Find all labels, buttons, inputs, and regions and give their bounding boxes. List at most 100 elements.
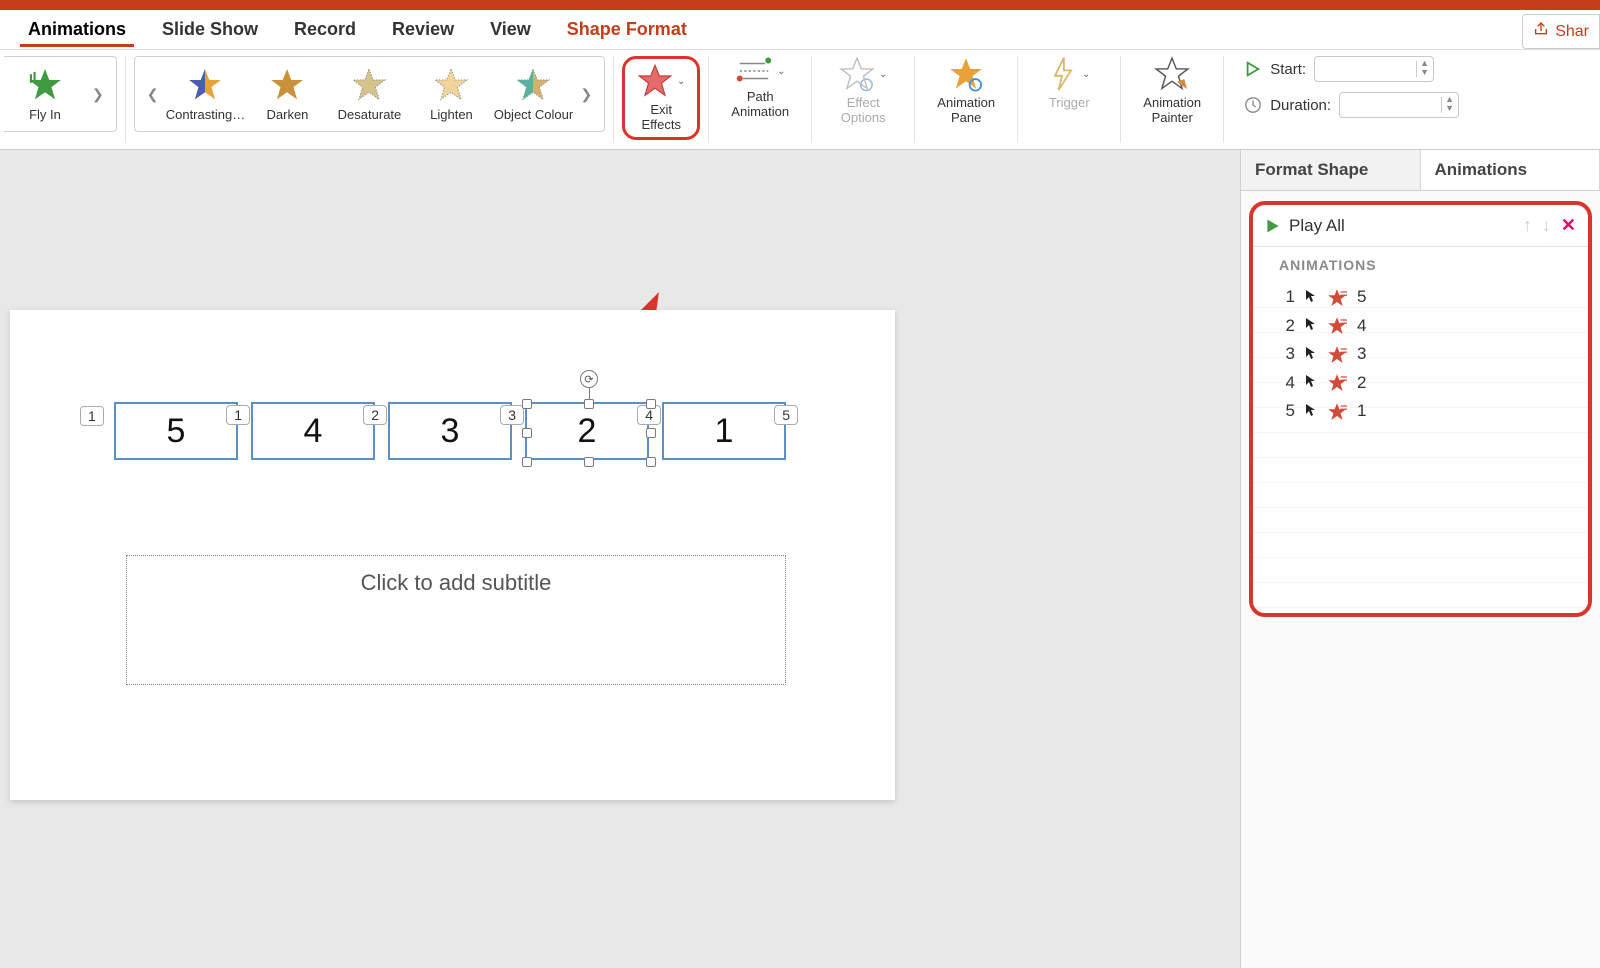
slide-shape-3[interactable]: 3 3 xyxy=(388,402,512,460)
rotate-stem xyxy=(589,388,590,400)
animation-list-header: ANIMATIONS xyxy=(1253,247,1588,283)
rotate-handle[interactable]: ⟳ xyxy=(580,370,598,388)
move-down-icon[interactable]: ↓ xyxy=(1542,215,1551,236)
panel-tab-animations[interactable]: Animations xyxy=(1421,150,1600,190)
animation-order-badge: 5 xyxy=(774,405,798,425)
effect-options-group: ⌄ Effect Options xyxy=(812,56,915,143)
slide-shape-2[interactable]: 2 4⟳ xyxy=(525,402,649,460)
emphasis-gallery: ❮ Contrasting… Darken Desaturate Lighten… xyxy=(134,56,605,132)
tab-shape-format[interactable]: Shape Format xyxy=(549,13,705,46)
title-bar-strip xyxy=(0,0,1600,10)
on-click-cursor-icon xyxy=(1305,289,1317,306)
ribbon: Fly In ❯ ❮ Contrasting… Darken Desaturat… xyxy=(0,50,1600,150)
emphasis-star-icon xyxy=(187,67,223,103)
right-panel: Format Shape Animations Play All ↑ ↓ ✕ A… xyxy=(1240,150,1600,968)
slide-shape-5[interactable]: 5 1 xyxy=(114,402,238,460)
tab-animations[interactable]: Animations xyxy=(10,13,144,46)
selection-handle[interactable] xyxy=(646,399,656,409)
effect-options-label: Effect Options xyxy=(841,96,886,126)
path-icon xyxy=(735,56,773,86)
selection-handle[interactable] xyxy=(522,428,532,438)
clock-icon xyxy=(1244,96,1262,114)
fly-in-star-icon xyxy=(27,67,63,103)
selection-handle[interactable] xyxy=(646,428,656,438)
animation-order-badge: 2 xyxy=(363,405,387,425)
animation-painter-group: Animation Painter xyxy=(1121,56,1224,143)
selection-handle[interactable] xyxy=(584,457,594,467)
on-click-cursor-icon xyxy=(1305,403,1317,420)
share-label: Shar xyxy=(1555,23,1589,41)
tab-review[interactable]: Review xyxy=(374,13,472,46)
move-up-icon[interactable]: ↑ xyxy=(1523,215,1532,236)
exit-star-icon xyxy=(1327,344,1347,365)
remove-animation-icon[interactable]: ✕ xyxy=(1561,215,1576,236)
exit-effects-button[interactable]: ⌄ Exit Effects xyxy=(622,56,700,140)
gallery-prev[interactable]: ❮ xyxy=(141,86,165,103)
share-button[interactable]: Shar xyxy=(1522,14,1600,49)
slide-canvas[interactable]: 1 5 14 23 32 4⟳1 5 Click to add subtitle xyxy=(10,310,895,800)
animation-painter-label: Animation Painter xyxy=(1143,96,1201,126)
effect-options-star-icon xyxy=(839,56,875,92)
ribbon-tabs: Animations Slide Show Record Review View… xyxy=(0,10,1600,50)
panel-tab-format-shape[interactable]: Format Shape xyxy=(1241,150,1421,190)
selection-handle[interactable] xyxy=(646,457,656,467)
start-field[interactable]: ▲▼ xyxy=(1314,56,1434,82)
exit-star-icon xyxy=(1327,287,1347,308)
effect-emphasis-3[interactable]: Lighten xyxy=(410,67,492,122)
animation-target: 1 xyxy=(1357,401,1366,421)
animation-item[interactable]: 4 2 xyxy=(1253,369,1588,398)
selection-handle[interactable] xyxy=(522,399,532,409)
animation-target: 5 xyxy=(1357,287,1366,307)
slide-shape-1[interactable]: 1 5 xyxy=(662,402,786,460)
selection-handle[interactable] xyxy=(522,457,532,467)
animation-target: 2 xyxy=(1357,373,1366,393)
animation-pane-button[interactable]: Animation Pane xyxy=(923,56,1009,126)
shape-text: 4 xyxy=(304,412,323,451)
on-click-cursor-icon xyxy=(1305,374,1317,391)
shape-text: 1 xyxy=(715,412,734,451)
effect-emphasis-1[interactable]: Darken xyxy=(246,67,328,122)
gallery-next[interactable]: ❯ xyxy=(574,86,598,103)
exit-star-icon xyxy=(1327,401,1347,422)
selection-handle[interactable] xyxy=(584,399,594,409)
effect-label: Contrasting… xyxy=(166,107,245,122)
trigger-group: ⌄ Trigger xyxy=(1018,56,1121,143)
effect-options-button: ⌄ Effect Options xyxy=(820,56,906,126)
animation-painter-star-icon xyxy=(1154,56,1190,92)
animation-painter-button[interactable]: Animation Painter xyxy=(1129,56,1215,126)
entrance-gallery: Fly In ❯ xyxy=(4,56,117,132)
effect-label: Object Colour xyxy=(494,107,573,122)
animation-item[interactable]: 5 1 xyxy=(1253,397,1588,426)
trigger-button: ⌄ Trigger xyxy=(1026,56,1112,111)
effect-emphasis-0[interactable]: Contrasting… xyxy=(164,67,246,122)
exit-star-icon xyxy=(637,63,673,99)
start-play-icon xyxy=(1244,60,1262,78)
animation-order-badge: 1 xyxy=(226,405,250,425)
animation-order: 3 xyxy=(1279,344,1295,364)
gallery-next[interactable]: ❯ xyxy=(86,86,110,103)
effect-emphasis-2[interactable]: Desaturate xyxy=(328,67,410,122)
emphasis-gallery-group: ❮ Contrasting… Darken Desaturate Lighten… xyxy=(126,56,614,143)
tab-slide-show[interactable]: Slide Show xyxy=(144,13,276,46)
chevron-down-icon: ⌄ xyxy=(677,76,685,87)
animation-item[interactable]: 1 5 xyxy=(1253,283,1588,312)
emphasis-star-icon xyxy=(351,67,387,103)
animation-order: 5 xyxy=(1279,401,1295,421)
play-all-button[interactable]: Play All xyxy=(1289,216,1345,236)
animation-target: 3 xyxy=(1357,344,1366,364)
tab-view[interactable]: View xyxy=(472,13,549,46)
subtitle-placeholder[interactable]: Click to add subtitle xyxy=(126,555,786,685)
animation-item[interactable]: 3 3 xyxy=(1253,340,1588,369)
effect-emphasis-4[interactable]: Object Colour xyxy=(492,67,574,122)
duration-field[interactable]: ▲▼ xyxy=(1339,92,1459,118)
exit-star-icon xyxy=(1327,373,1347,394)
effect-fly-in[interactable]: Fly In xyxy=(4,67,86,122)
start-label: Start: xyxy=(1270,61,1306,78)
path-animation-label: Path Animation xyxy=(731,90,789,120)
animation-item[interactable]: 2 4 xyxy=(1253,312,1588,341)
animation-order-badge: 3 xyxy=(500,405,524,425)
tab-record[interactable]: Record xyxy=(276,13,374,46)
path-animation-button[interactable]: ⌄ Path Animation xyxy=(717,56,803,120)
slide-shape-4[interactable]: 4 2 xyxy=(251,402,375,460)
shape-text: 5 xyxy=(167,412,186,451)
